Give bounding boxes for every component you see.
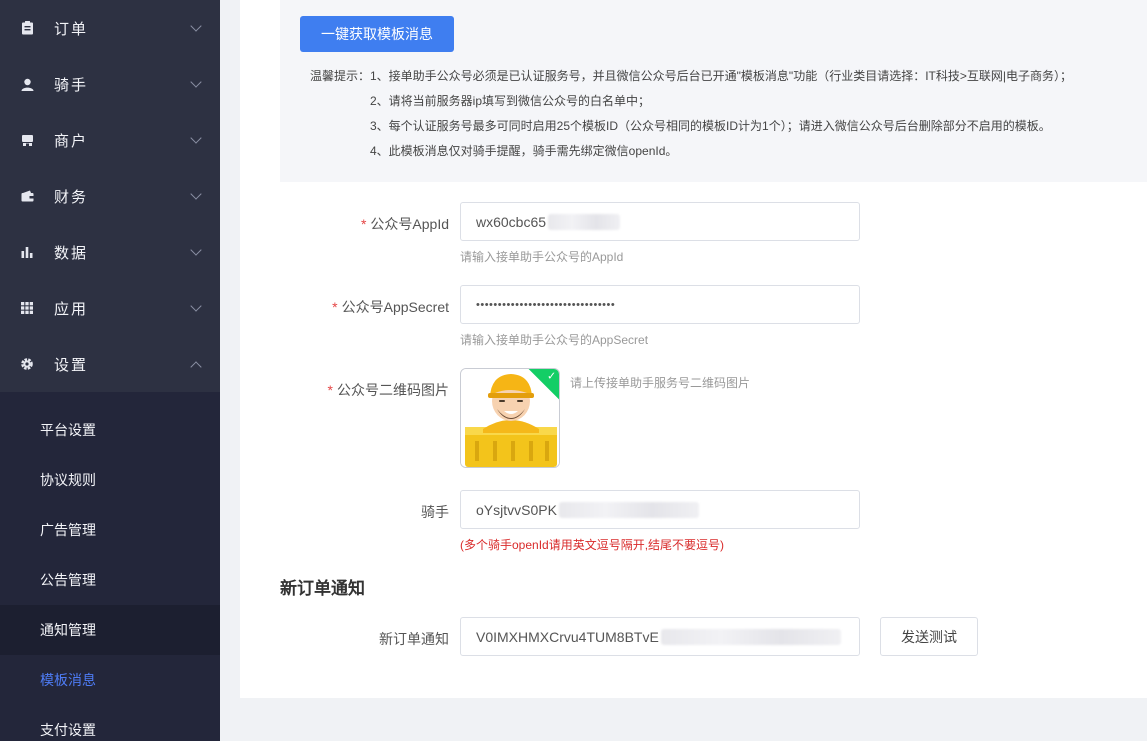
appsecret-label-text: 公众号AppSecret xyxy=(341,299,449,315)
menu-label: 骑手 xyxy=(54,76,89,94)
menu-item-data[interactable]: 数据 xyxy=(0,224,220,280)
menu-item-apps[interactable]: 应用 xyxy=(0,280,220,336)
qrcode-hint: 请上传接单助手服务号二维码图片 xyxy=(570,376,751,390)
main-content: 一键获取模板消息 温馨提示：1、接单助手公众号必须是已认证服务号，并且微信公众号… xyxy=(220,0,1147,741)
menu-item-orders[interactable]: 订单 xyxy=(0,0,220,56)
required-asterisk: * xyxy=(332,299,338,315)
qrcode-upload[interactable]: ✓ xyxy=(460,368,560,468)
appid-input[interactable]: wx60cbc65 xyxy=(460,202,860,241)
shop-icon xyxy=(20,133,34,147)
redacted-blur xyxy=(660,628,841,645)
tip-line-1: 温馨提示：1、接单助手公众号必须是已认证服务号，并且微信公众号后台已开通"模板消… xyxy=(310,69,1072,83)
submenu-item-ad-management[interactable]: 广告管理 xyxy=(0,505,220,555)
sidebar: 订单 骑手 商户 财务 数据 应用 设置 平台设置 协议规则 广告管理 公告管理… xyxy=(0,0,220,741)
tip-line-3: 3、每个认证服务号最多可同时启用25个模板ID（公众号相同的模板ID计为1个）；… xyxy=(370,119,1051,133)
menu-item-riders[interactable]: 骑手 xyxy=(0,56,220,112)
chevron-down-icon xyxy=(190,20,202,32)
chevron-down-icon xyxy=(190,300,202,312)
chevron-down-icon xyxy=(190,132,202,144)
submenu-item-payment-settings[interactable]: 支付设置 xyxy=(0,705,220,741)
qrcode-label: * 公众号二维码图片 xyxy=(328,380,449,400)
fetch-templates-button[interactable]: 一键获取模板消息 xyxy=(300,16,454,52)
rider-value: oYsjtvvS0PK xyxy=(476,501,557,518)
submenu-item-notification-management[interactable]: 通知管理 xyxy=(0,605,220,655)
submenu-label: 广告管理 xyxy=(40,522,96,538)
chevron-down-icon xyxy=(190,244,202,256)
rider-openid-input[interactable]: oYsjtvvS0PK xyxy=(460,490,860,529)
new-order-section-title: 新订单通知 xyxy=(280,579,365,598)
menu-label: 财务 xyxy=(54,188,89,206)
wallet-icon xyxy=(20,189,34,203)
user-icon xyxy=(20,77,34,91)
new-order-template-value: V0IMXHMXCrvu4TUM8BTvE xyxy=(476,628,659,645)
menu-label: 设置 xyxy=(54,356,89,374)
chevron-up-icon xyxy=(190,361,202,373)
new-order-label: 新订单通知 xyxy=(379,631,449,647)
appid-label-text: 公众号AppId xyxy=(370,216,449,232)
gear-icon xyxy=(20,357,34,371)
tip-line-2: 2、请将当前服务器ip填写到微信公众号的白名单中； xyxy=(370,94,651,108)
rider-label: 骑手 xyxy=(421,504,449,520)
template-message-card: 一键获取模板消息 温馨提示：1、接单助手公众号必须是已认证服务号，并且微信公众号… xyxy=(240,0,1147,698)
appid-label: * 公众号AppId xyxy=(361,214,449,234)
qrcode-label-text: 公众号二维码图片 xyxy=(337,382,449,398)
submenu-label: 平台设置 xyxy=(40,422,96,438)
submenu-item-platform-settings[interactable]: 平台设置 xyxy=(0,405,220,455)
clipboard-icon xyxy=(20,21,34,35)
chevron-down-icon xyxy=(190,76,202,88)
appid-value: wx60cbc65 xyxy=(476,213,547,230)
tip-line-4: 4、此模板消息仅对骑手提醒，骑手需先绑定微信openId。 xyxy=(370,144,678,158)
settings-submenu: 平台设置 协议规则 广告管理 公告管理 通知管理 模板消息 支付设置 xyxy=(0,392,220,741)
menu-label: 应用 xyxy=(54,300,89,318)
menu-label: 数据 xyxy=(54,244,89,262)
appid-hint: 请输入接单助手公众号的AppId xyxy=(460,250,624,264)
appsecret-label: * 公众号AppSecret xyxy=(332,297,449,317)
submenu-label: 模板消息 xyxy=(40,672,96,688)
chevron-down-icon xyxy=(190,188,202,200)
required-asterisk: * xyxy=(327,382,333,398)
check-icon: ✓ xyxy=(547,370,557,383)
menu-label: 商户 xyxy=(54,132,89,150)
submenu-item-announcement-management[interactable]: 公告管理 xyxy=(0,555,220,605)
menu-item-settings[interactable]: 设置 xyxy=(0,336,220,392)
appsecret-value: •••••••••••••••••••••••••••••••• xyxy=(476,298,616,311)
redacted-blur xyxy=(558,501,699,518)
submenu-item-template-messages[interactable]: 模板消息 xyxy=(0,655,220,705)
grid-icon xyxy=(20,301,34,315)
required-asterisk: * xyxy=(360,216,367,232)
submenu-item-agreement-rules[interactable]: 协议规则 xyxy=(0,455,220,505)
submenu-label: 公告管理 xyxy=(40,572,96,588)
appsecret-input[interactable]: •••••••••••••••••••••••••••••••• xyxy=(460,285,860,324)
send-test-button[interactable]: 发送测试 xyxy=(880,617,978,656)
redacted-blur xyxy=(548,213,621,230)
menu-label: 订单 xyxy=(54,20,89,38)
new-order-template-input[interactable]: V0IMXHMXCrvu4TUM8BTvE xyxy=(460,617,860,656)
menu-item-finance[interactable]: 财务 xyxy=(0,168,220,224)
submenu-label: 协议规则 xyxy=(40,472,96,488)
appsecret-hint: 请输入接单助手公众号的AppSecret xyxy=(460,333,649,347)
rider-hint: (多个骑手openId请用英文逗号隔开,结尾不要逗号) xyxy=(460,538,725,552)
menu-item-merchants[interactable]: 商户 xyxy=(0,112,220,168)
submenu-label: 通知管理 xyxy=(40,622,96,638)
submenu-label: 支付设置 xyxy=(40,722,96,738)
bar-chart-icon xyxy=(20,245,34,259)
